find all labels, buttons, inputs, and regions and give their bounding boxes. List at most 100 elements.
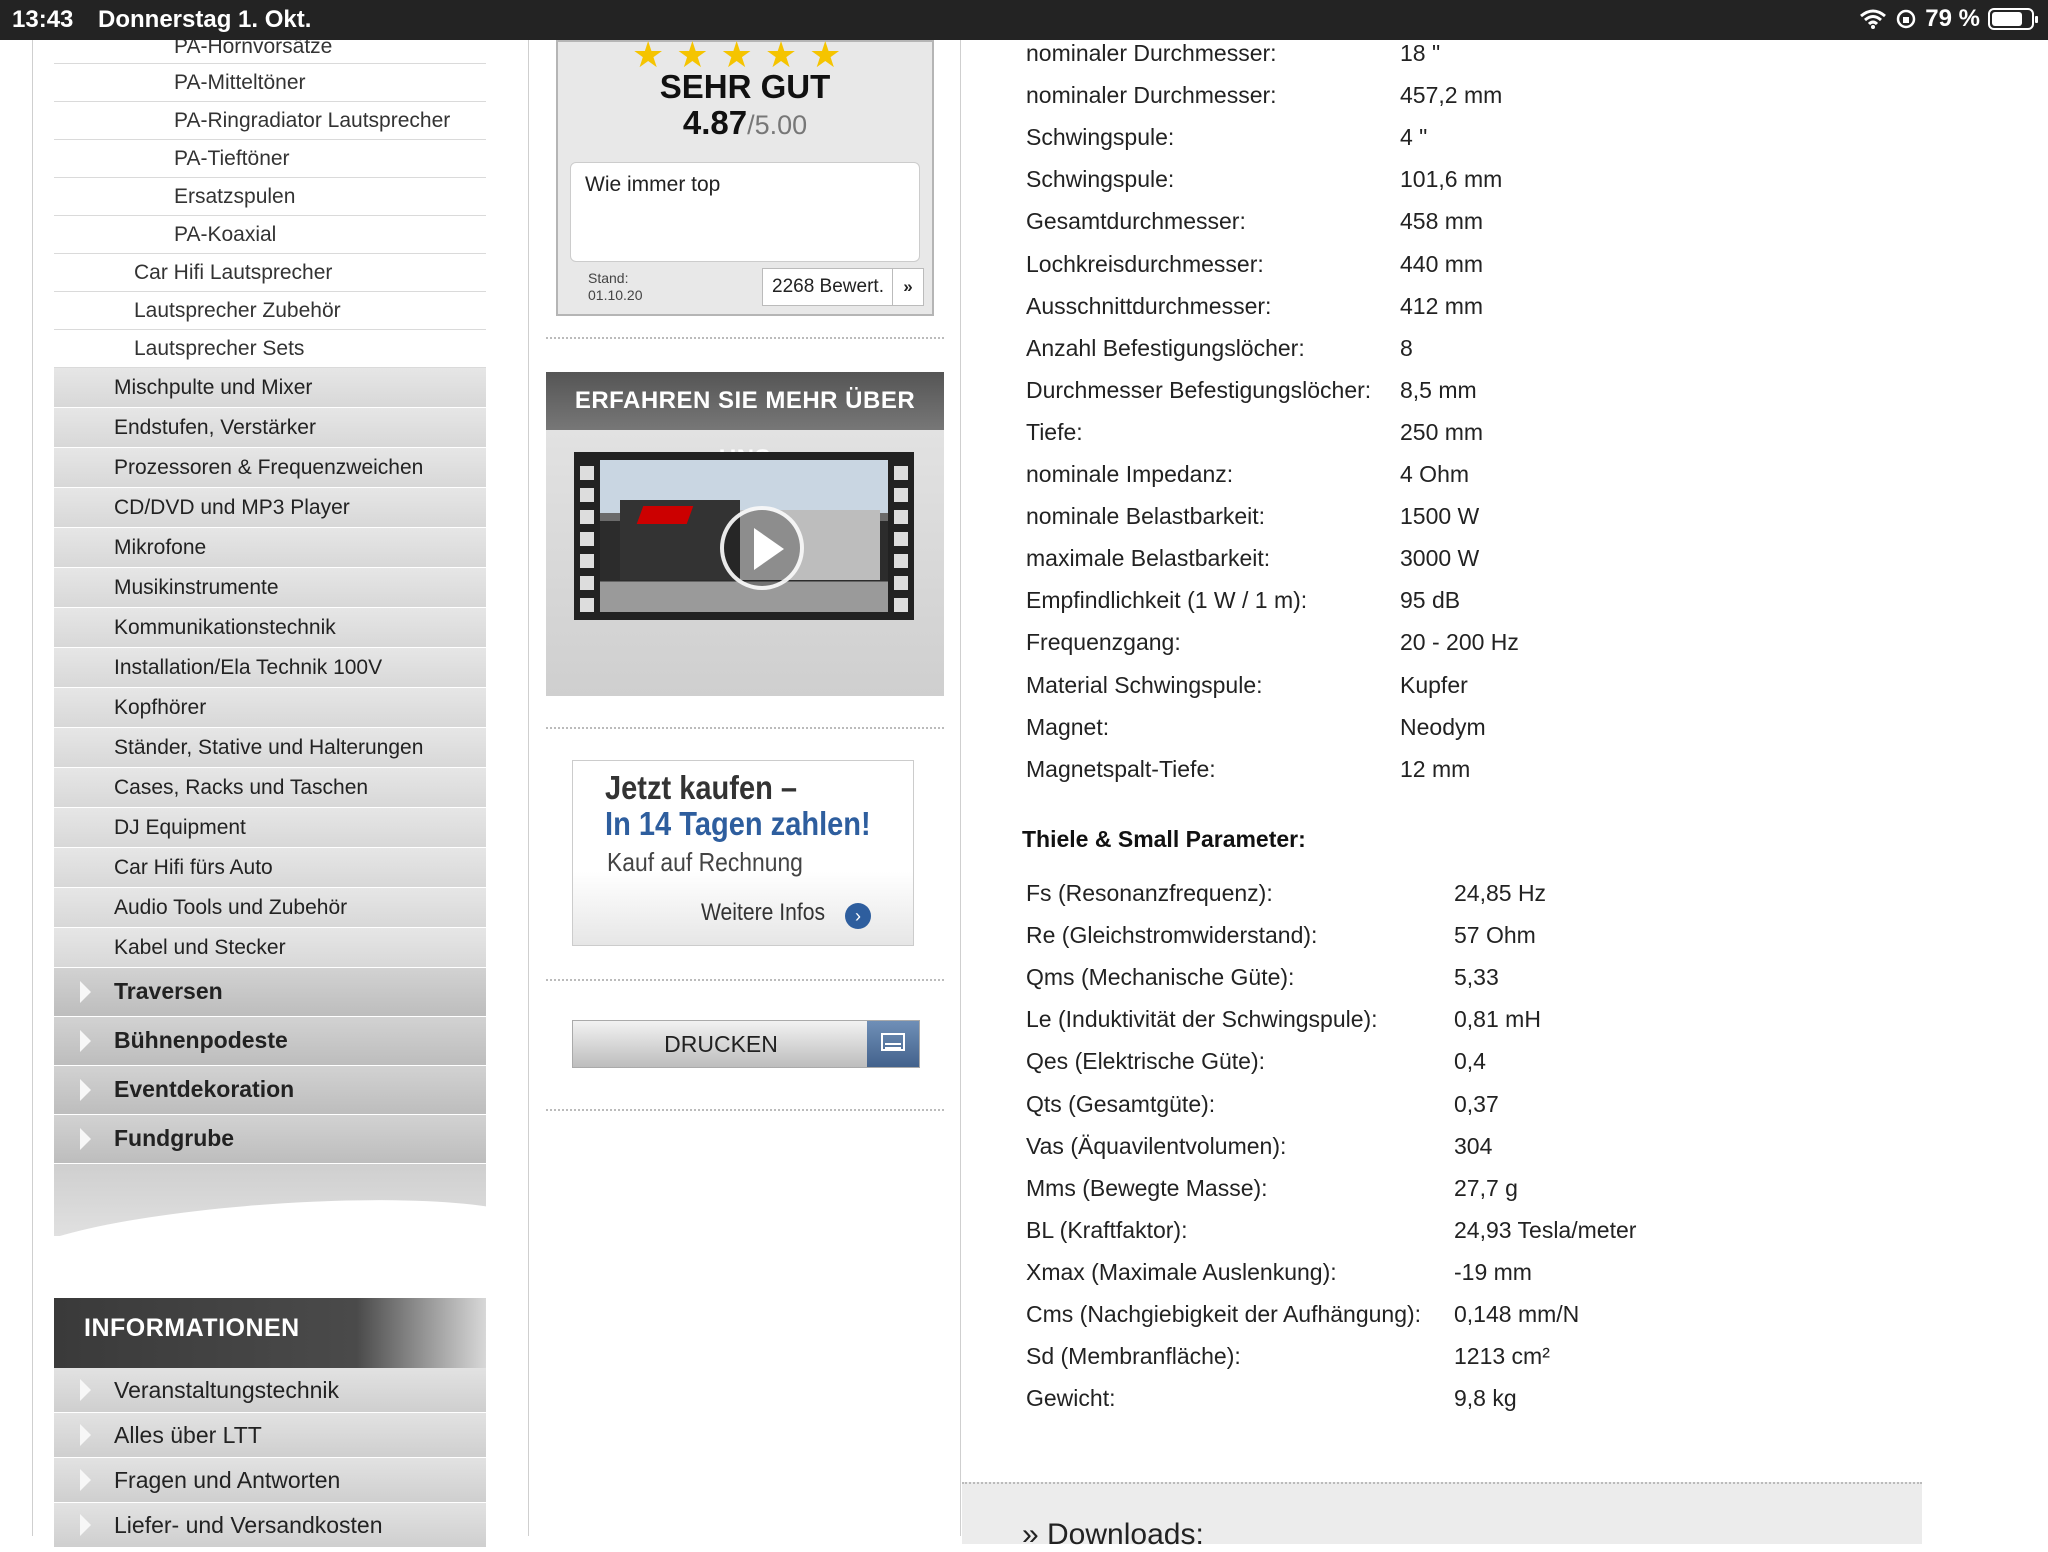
spec-value: 4 Ohm [1400, 461, 1470, 487]
spec-value: 3000 W [1400, 545, 1480, 572]
print-button[interactable]: DRUCKEN [572, 1020, 920, 1068]
spec-key: Magnet: [1026, 713, 1110, 740]
main-category-list: Traversen Bühnenpodeste Eventdekoration Fun… [54, 968, 486, 1164]
sidebar-subitem[interactable]: Car Hifi Lautsprecher [54, 254, 486, 292]
ts-key: Qes (Elektrische Güte): [1026, 1048, 1266, 1075]
downloads-title[interactable]: » Downloads: [1022, 1518, 1204, 1552]
rating-label: SEHR GUT [659, 68, 831, 105]
triangle-right-icon [80, 1128, 91, 1150]
sidebar-main-category[interactable]: Bühnenpodeste [54, 1017, 486, 1066]
sidebar-main-category-label: Bühnenpodeste [114, 1027, 288, 1053]
divider [546, 1109, 944, 1111]
triangle-right-icon [80, 1424, 91, 1446]
about-video[interactable]: ERFAHREN SIE MEHR ÜBER UNS [546, 372, 944, 696]
info-list: Veranstaltungstechnik Alles über LTT Frage… [54, 1368, 486, 1548]
sidebar-main-category[interactable]: Traversen [54, 968, 486, 1017]
sidebar-subitem[interactable]: PA-Mitteltöner [54, 64, 486, 102]
spec-value: Neodym [1400, 713, 1486, 740]
sidebar-subitem[interactable]: Lautsprecher Sets [54, 330, 486, 368]
sidebar-category[interactable]: Kopfhörer [54, 688, 486, 728]
info-link[interactable]: Liefer- und Versandkosten [54, 1503, 486, 1548]
spec-value: 458 mm [1400, 208, 1484, 235]
spec-key: Ausschnittdurchmesser: [1026, 292, 1272, 319]
chevron-right-icon[interactable]: › [845, 903, 871, 929]
spec-key: Schwingspule: [1026, 124, 1175, 151]
weitere-infos-link[interactable]: Weitere Infos [701, 899, 825, 927]
video-title: ERFAHREN SIE MEHR ÜBER UNS [546, 372, 944, 472]
ts-row: Xmax (Maximale Auslenkung): -19 mm [1026, 1259, 1532, 1286]
ts-row: Sd (Membranfläche): 1213 cm² [1026, 1343, 1550, 1370]
sidebar-main-category[interactable]: Fundgrube [54, 1115, 486, 1164]
spec-key: Empfindlichkeit (1 W / 1 m): [1026, 587, 1308, 614]
sidebar-category[interactable]: Endstufen, Verstärker [54, 408, 486, 448]
sidebar-category[interactable]: Audio Tools und Zubehör [54, 888, 486, 928]
sidebar-subitem[interactable]: PA-Ringradiator Lautsprecher [54, 102, 486, 140]
status-date: Donnerstag 1. Okt. [98, 6, 312, 33]
spec-value: 457,2 mm [1400, 82, 1503, 109]
downloads-section: » Downloads: [962, 1482, 1922, 1551]
ts-value: 9,8 kg [1454, 1385, 1517, 1412]
sidebar-category[interactable]: Cases, Racks und Taschen [54, 768, 486, 808]
sidebar-subitem[interactable]: PA-Hornvorsätze [54, 40, 486, 64]
sidebar-category[interactable]: Mischpulte und Mixer [54, 368, 486, 408]
ts-row: Gewicht: 9,8 kg [1026, 1385, 1517, 1412]
category-list: Mischpulte und Mixer Endstufen, Verstärke… [54, 368, 486, 968]
sidebar-main-category-label: Eventdekoration [114, 1076, 295, 1102]
info-link[interactable]: Fragen und Antworten [54, 1458, 486, 1503]
ts-value: 0,4 [1454, 1048, 1486, 1075]
spec-value: 440 mm [1400, 250, 1484, 277]
sidebar-category[interactable]: Kommunikationstechnik [54, 608, 486, 648]
spec-value: 18 " [1400, 40, 1441, 66]
video-thumbnail[interactable] [574, 452, 914, 620]
triangle-right-icon [80, 981, 91, 1003]
triangle-right-icon [80, 1469, 91, 1491]
kauf-auf-rechnung-banner[interactable]: Jetzt kaufen – In 14 Tagen zahlen! Kauf … [572, 760, 914, 946]
reviews-count[interactable]: 2268 Bewert. [762, 268, 894, 306]
subcategory-list: PA-Hornvorsätze PA-Mitteltöner PA-Ringradi… [54, 40, 486, 368]
ts-value: 1213 cm² [1454, 1343, 1550, 1370]
ts-key: Mms (Bewegte Masse): [1026, 1174, 1268, 1201]
sidebar-subitem[interactable]: Ersatzspulen [54, 178, 486, 216]
spec-key: Lochkreisdurchmesser: [1026, 250, 1264, 277]
spec-key: nominale Impedanz: [1026, 461, 1234, 487]
ltt-logo [636, 506, 694, 524]
reviews-arrow-icon[interactable]: » [892, 268, 924, 306]
ts-row: Qts (Gesamtgüte): 0,37 [1026, 1091, 1499, 1118]
info-link[interactable]: Alles über LTT [54, 1413, 486, 1458]
sidebar-category[interactable]: Kabel und Stecker [54, 928, 486, 968]
sidebar-category[interactable]: Ständer, Stative und Halterungen [54, 728, 486, 768]
sidebar-category[interactable]: Car Hifi fürs Auto [54, 848, 486, 888]
sidebar-subitem[interactable]: Lautsprecher Zubehör [54, 292, 486, 330]
info-link-label: Alles über LTT [114, 1422, 262, 1448]
column-divider [960, 40, 961, 1536]
play-icon[interactable] [720, 506, 804, 590]
category-sidebar: PA-Hornvorsätze PA-Mitteltöner PA-Ringradi… [54, 40, 486, 1548]
rating-comment: Wie immer top [570, 162, 920, 262]
ts-key: Vas (Äquavilentvolumen): [1026, 1132, 1287, 1159]
ts-value: 57 Ohm [1454, 922, 1536, 949]
sidebar-main-category[interactable]: Eventdekoration [54, 1066, 486, 1115]
sidebar-category[interactable]: Prozessoren & Frequenzweichen [54, 448, 486, 488]
print-button-label: DRUCKEN [664, 1031, 778, 1057]
sidebar-category[interactable]: Mikrofone [54, 528, 486, 568]
sidebar-category[interactable]: DJ Equipment [54, 808, 486, 848]
info-link[interactable]: Veranstaltungstechnik [54, 1368, 486, 1413]
info-header-title: INFORMATIONEN [84, 1314, 300, 1342]
sidebar-category[interactable]: Installation/Ela Technik 100V [54, 648, 486, 688]
rating-widget[interactable]: ★★★★★ SEHR GUT 4.87/5.00 Wie immer top S… [556, 34, 934, 316]
spec-value: 8,5 mm [1400, 376, 1477, 403]
spec-value: 250 mm [1400, 418, 1484, 445]
sidebar-category[interactable]: CD/DVD und MP3 Player [54, 488, 486, 528]
ts-key: Le (Induktivität der Schwingspule): [1026, 1006, 1378, 1033]
ts-value: 0,81 mH [1454, 1006, 1541, 1033]
ts-row: Qes (Elektrische Güte): 0,4 [1026, 1048, 1486, 1075]
spec-value: 101,6 mm [1400, 166, 1503, 193]
spec-key: Schwingspule: [1026, 166, 1175, 193]
ts-row: Re (Gleichstromwiderstand): 57 Ohm [1026, 922, 1536, 949]
sidebar-category[interactable]: Musikinstrumente [54, 568, 486, 608]
rating-stand: Stand: 01.10.20 [588, 270, 643, 304]
ts-value: 0,37 [1454, 1090, 1499, 1117]
sidebar-subitem[interactable]: PA-Tieftöner [54, 140, 486, 178]
sidebar-subitem[interactable]: PA-Koaxial [54, 216, 486, 254]
rating-score-value: 4.87 [682, 104, 748, 141]
